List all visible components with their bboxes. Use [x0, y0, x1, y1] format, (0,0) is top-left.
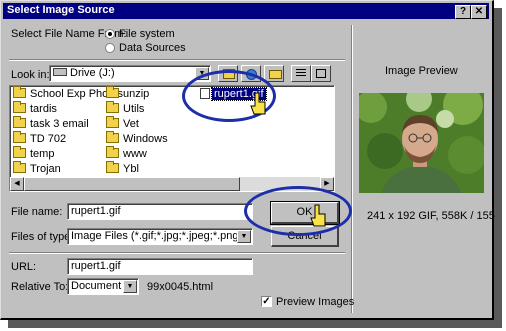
list-view-icon — [296, 69, 306, 78]
folder-icon — [106, 116, 119, 128]
folder-icon — [13, 116, 26, 128]
folder-icon — [13, 161, 26, 173]
list-item[interactable]: tardis — [13, 101, 57, 116]
annotation-circle — [244, 186, 352, 236]
folder-icon — [13, 101, 26, 113]
preview-title: Image Preview — [385, 65, 458, 77]
list-item[interactable]: temp — [13, 146, 54, 161]
help-button[interactable]: ? — [455, 5, 471, 19]
file-name-input[interactable]: rupert1.gif — [67, 203, 253, 220]
cursor-pointer-icon — [310, 204, 326, 227]
relative-to-label: Relative To: — [11, 281, 69, 293]
data-sources-radio[interactable] — [105, 43, 115, 53]
list-item[interactable]: unzip — [106, 86, 149, 101]
divider — [9, 252, 345, 254]
folder-icon — [13, 86, 26, 98]
file-system-label: File system — [119, 28, 175, 40]
folder-icon — [13, 131, 26, 143]
chevron-down-icon[interactable]: ▼ — [123, 280, 137, 293]
scroll-left-icon[interactable]: ◀ — [10, 177, 24, 191]
panel-divider — [351, 25, 353, 313]
folder-icon — [106, 86, 119, 98]
details-view-button[interactable] — [311, 65, 331, 82]
list-item[interactable]: task 3 email — [13, 116, 89, 131]
files-of-type-label: Files of type: — [11, 231, 74, 243]
title-bar: Select Image Source ? ✕ — [3, 3, 489, 19]
list-item[interactable]: Trojan — [13, 161, 61, 176]
cursor-pointer-icon — [250, 92, 266, 115]
preview-images-checkbox[interactable]: ✓ — [261, 296, 272, 307]
scrollbar-thumb[interactable] — [24, 177, 240, 191]
new-folder-button[interactable] — [264, 65, 284, 82]
window-title: Select Image Source — [7, 4, 115, 16]
files-of-type-value: Image Files (*.gif;*.jpg;*.jpeg;*.png) — [71, 230, 243, 242]
list-item[interactable]: www — [106, 146, 147, 161]
list-item[interactable]: Vet — [106, 116, 139, 131]
data-sources-label: Data Sources — [119, 42, 186, 54]
url-label: URL: — [11, 261, 37, 273]
list-item[interactable]: Windows — [106, 131, 168, 146]
url-input[interactable]: rupert1.gif — [67, 258, 253, 275]
folder-icon — [106, 101, 119, 113]
look-in-value: Drive (J:) — [70, 67, 115, 79]
look-in-label: Look in: — [11, 69, 50, 81]
file-name-label: File name: — [11, 206, 63, 218]
relative-to-select[interactable]: Document ▼ — [67, 278, 139, 295]
relative-file-name: 99x0045.html — [147, 281, 214, 293]
list-item[interactable]: Utils — [106, 101, 144, 116]
files-of-type-select[interactable]: Image Files (*.gif;*.jpg;*.jpeg;*.png) ▼ — [67, 228, 253, 245]
list-item[interactable]: Ybl — [106, 161, 139, 176]
portrait-photo — [359, 93, 484, 193]
folder-icon — [13, 146, 26, 158]
new-folder-icon — [269, 70, 282, 79]
drive-icon — [53, 68, 67, 76]
list-item[interactable]: TD 702 — [13, 131, 66, 146]
list-view-button[interactable] — [291, 65, 311, 82]
preview-images-label: Preview Images — [276, 296, 355, 308]
look-in-select[interactable]: Drive (J:) ▼ — [49, 65, 211, 82]
folder-icon — [106, 131, 119, 143]
folder-icon — [106, 161, 119, 173]
preview-image — [359, 93, 484, 193]
file-list[interactable]: School Exp Photos tardis task 3 email TD… — [9, 85, 335, 192]
preview-info: 241 x 192 GIF, 558K / 155 — [367, 210, 495, 222]
file-system-radio[interactable] — [105, 29, 115, 39]
dialog-window: Select Image Source ? ✕ Select File Name… — [0, 0, 495, 320]
folder-icon — [106, 146, 119, 158]
relative-to-value: Document — [71, 280, 122, 292]
details-view-icon — [316, 69, 326, 78]
divider — [9, 59, 345, 61]
close-button[interactable]: ✕ — [471, 5, 487, 19]
chevron-down-icon[interactable]: ▼ — [237, 230, 251, 243]
